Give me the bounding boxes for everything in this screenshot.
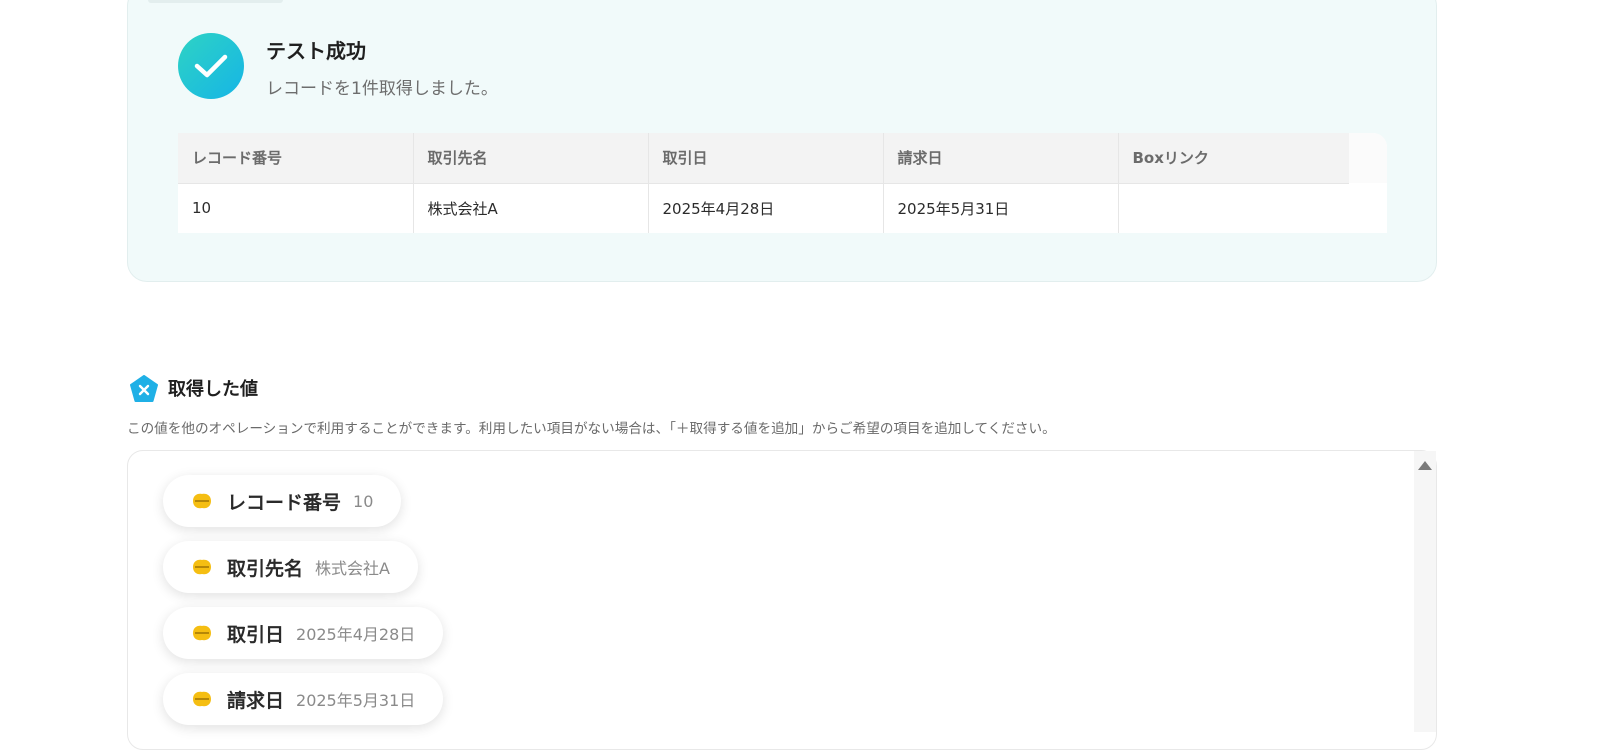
panel-tab-edge — [148, 0, 283, 3]
cell-transaction-date: 2025年4月28日 — [648, 183, 884, 233]
cell-record-number: 10 — [178, 183, 414, 233]
kintone-icon — [193, 559, 211, 575]
value-pill-label: レコード番号 — [227, 491, 342, 514]
column-header-box-link: Boxリンク — [1118, 133, 1349, 184]
cell-box-link — [1118, 183, 1349, 233]
column-header-client-name: 取引先名 — [413, 133, 649, 184]
kintone-icon — [193, 493, 211, 509]
value-pill-value: 株式会社A — [315, 559, 390, 578]
value-pill-record-number[interactable]: レコード番号 10 — [163, 475, 402, 527]
value-pill-transaction-date[interactable]: 取引日 2025年4月28日 — [163, 607, 444, 659]
retrieved-values-description: この値を他のオペレーションで利用することができます。利用したい項目がない場合は、… — [127, 421, 1056, 437]
scroll-up-arrow-icon[interactable] — [1418, 461, 1432, 470]
retrieved-values-title: 取得した値 — [168, 379, 258, 400]
scrollbar[interactable] — [1414, 451, 1436, 732]
column-header-invoice-date: 請求日 — [883, 133, 1119, 184]
table-header-filler — [1349, 133, 1387, 183]
cell-client-name: 株式会社A — [413, 183, 649, 233]
value-pill-invoice-date[interactable]: 請求日 2025年5月31日 — [163, 673, 444, 725]
value-pill-label: 請求日 — [227, 689, 285, 712]
test-result-title: テスト成功 — [266, 39, 366, 63]
kintone-icon — [193, 625, 211, 641]
pentagon-x-icon — [129, 374, 159, 404]
record-table: レコード番号 取引先名 取引日 請求日 Boxリンク 10 株式会社A 2025… — [178, 133, 1349, 233]
column-header-transaction-date: 取引日 — [648, 133, 884, 184]
value-pill-label: 取引先名 — [227, 557, 304, 580]
column-header-record-number: レコード番号 — [178, 133, 414, 184]
record-table-container: レコード番号 取引先名 取引日 請求日 Boxリンク 10 株式会社A 2025… — [178, 133, 1387, 233]
table-header-row: レコード番号 取引先名 取引日 請求日 Boxリンク — [178, 133, 1349, 184]
value-pill-value: 10 — [353, 491, 374, 511]
cell-invoice-date: 2025年5月31日 — [883, 183, 1119, 233]
value-pill-value: 2025年5月31日 — [296, 691, 416, 710]
value-pill-label: 取引日 — [227, 623, 285, 646]
success-check-icon — [178, 33, 244, 99]
test-result-message: レコードを1件取得しました。 — [266, 79, 498, 99]
table-row: 10 株式会社A 2025年4月28日 2025年5月31日 — [178, 183, 1349, 233]
value-pill-value: 2025年4月28日 — [296, 625, 416, 644]
kintone-icon — [193, 691, 211, 707]
value-pill-client-name[interactable]: 取引先名 株式会社A — [163, 541, 418, 593]
